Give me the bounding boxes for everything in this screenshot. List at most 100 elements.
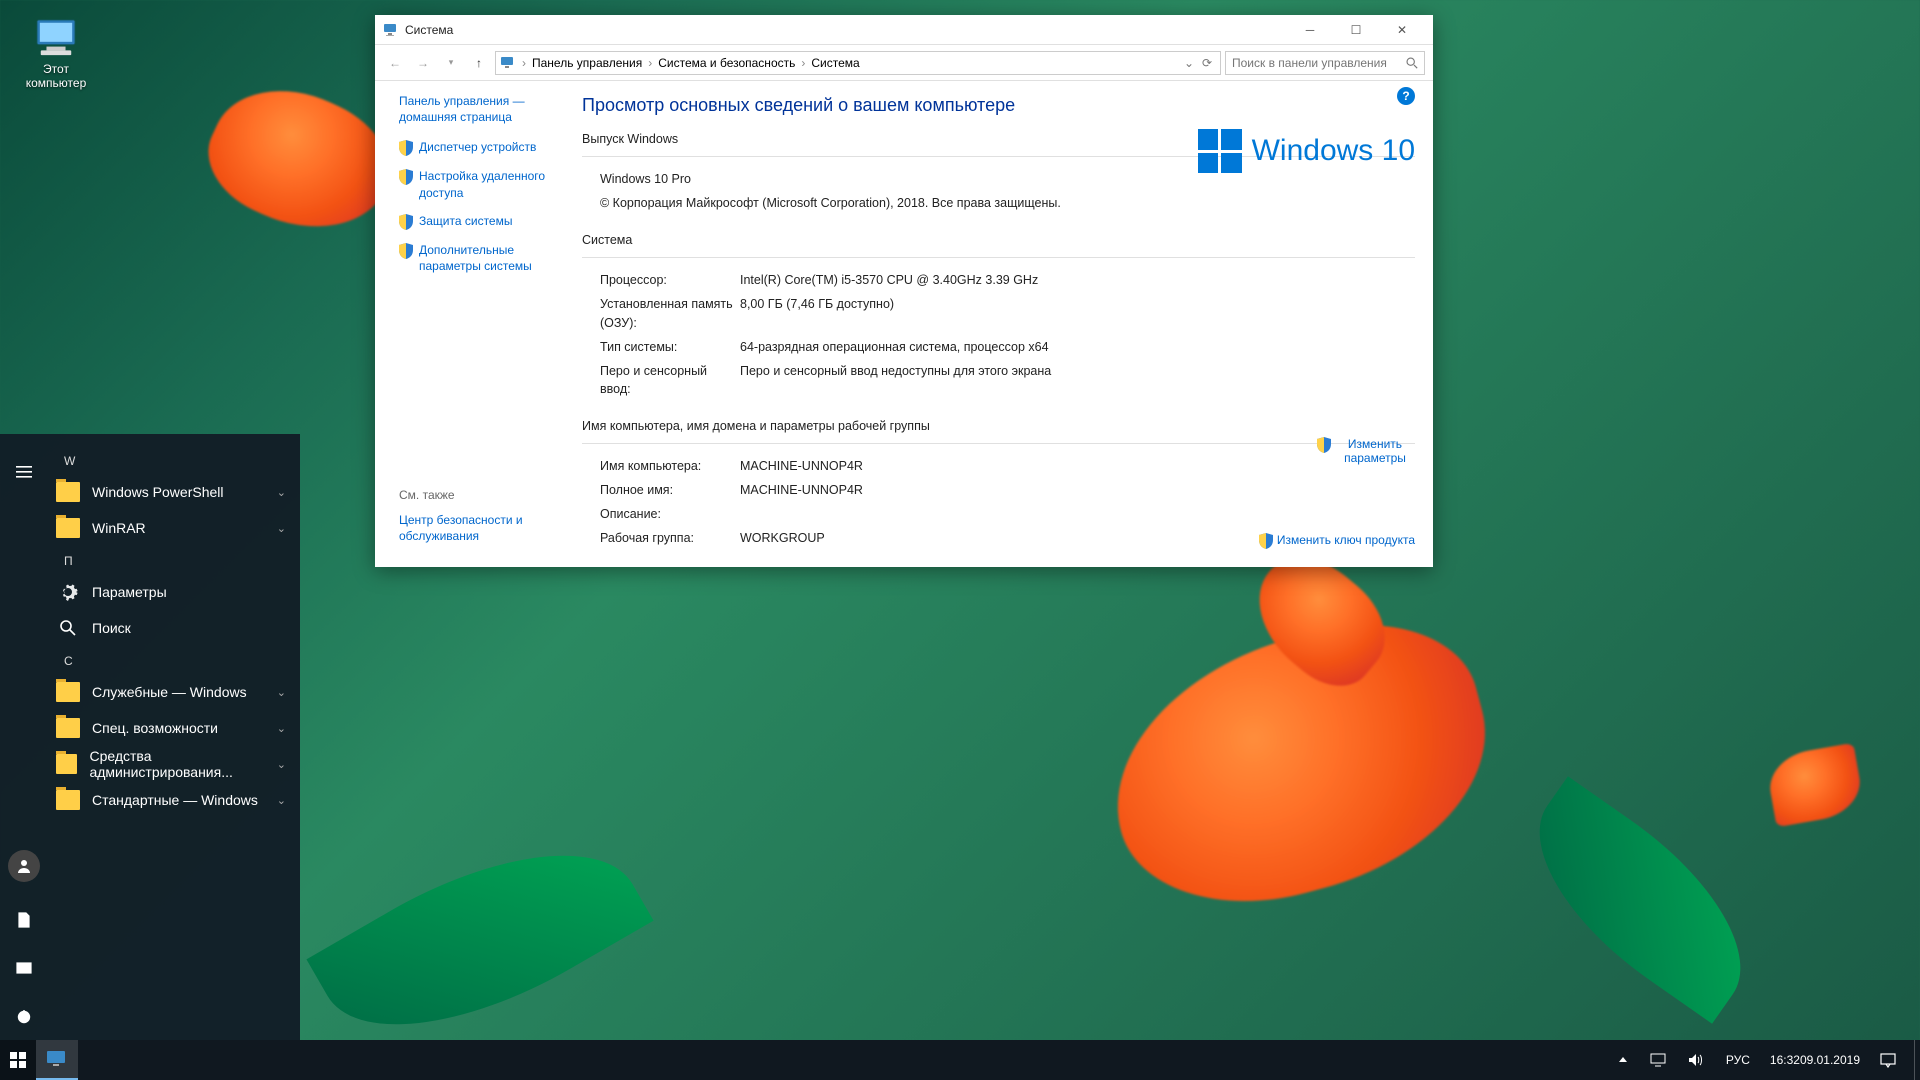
shield-icon: [399, 243, 413, 259]
desc-value: [740, 505, 1415, 523]
change-settings-link[interactable]: Изменить параметры: [1335, 437, 1415, 465]
cpu-value: Intel(R) Core(TM) i5-3570 CPU @ 3.40GHz …: [740, 271, 1415, 289]
shield-icon: [1259, 533, 1273, 549]
start-item-powershell[interactable]: Windows PowerShell⌄: [48, 474, 300, 510]
folder-icon: [56, 790, 80, 810]
gear-icon: [56, 580, 80, 604]
wallpaper-flower: [1765, 743, 1866, 828]
start-item-settings[interactable]: Параметры: [48, 574, 300, 610]
start-item-utilities[interactable]: Служебные — Windows⌄: [48, 674, 300, 710]
tray-volume-icon[interactable]: [1678, 1040, 1714, 1080]
start-letter-header[interactable]: С: [48, 646, 300, 674]
start-hamburger-icon[interactable]: [0, 448, 48, 496]
nav-up-button[interactable]: ↑: [467, 51, 491, 75]
fname-value: MACHINE-UNNOP4R: [740, 481, 1415, 499]
desktop-icon-this-pc[interactable]: Этот компьютер: [12, 18, 100, 90]
search-icon: [56, 616, 80, 640]
systype-value: 64-разрядная операционная система, проце…: [740, 338, 1415, 356]
chevron-down-icon: ⌄: [277, 758, 286, 771]
start-letter-header[interactable]: П: [48, 546, 300, 574]
minimize-button[interactable]: ─: [1287, 15, 1333, 45]
taskbar-clock[interactable]: 16:32 09.01.2019: [1762, 1040, 1868, 1080]
nav-recent-button[interactable]: ▾: [439, 51, 463, 75]
start-item-admin[interactable]: Средства администрирования...⌄: [48, 746, 300, 782]
desktop-icon-label: Этот компьютер: [12, 62, 100, 90]
system-tray: РУС 16:32 09.01.2019: [1608, 1040, 1920, 1080]
tray-display-icon[interactable]: [1640, 1040, 1676, 1080]
clock-date: 09.01.2019: [1800, 1053, 1860, 1068]
clock-time: 16:32: [1770, 1053, 1800, 1068]
sidebar-security-center[interactable]: Центр безопасности и обслуживания: [399, 512, 560, 544]
desc-label: Описание:: [600, 505, 740, 523]
nav-back-button[interactable]: ←: [383, 51, 407, 75]
breadcrumb-system[interactable]: Система: [807, 56, 863, 70]
tray-language-indicator[interactable]: РУС: [1716, 1040, 1760, 1080]
breadcrumb-security[interactable]: Система и безопасность: [654, 56, 799, 70]
address-bar[interactable]: › Панель управления › Система и безопасн…: [495, 51, 1221, 75]
start-item-standard[interactable]: Стандартные — Windows⌄: [48, 782, 300, 818]
window-titlebar[interactable]: Система ─ ☐ ✕: [375, 15, 1433, 45]
sidebar-device-manager[interactable]: Диспетчер устройств: [419, 139, 536, 155]
taskbar-app-system[interactable]: [36, 1040, 78, 1080]
computer-icon: [32, 18, 80, 58]
shield-icon: [1317, 437, 1331, 453]
folder-icon: [56, 718, 80, 738]
shield-icon: [399, 214, 413, 230]
search-box[interactable]: [1225, 51, 1425, 75]
cname-label: Имя компьютера:: [600, 457, 740, 475]
breadcrumb-control-panel[interactable]: Панель управления: [528, 56, 646, 70]
start-button[interactable]: [0, 1040, 36, 1080]
sidebar-home-link[interactable]: Панель управления — домашняя страница: [399, 93, 560, 125]
start-item-ease[interactable]: Спец. возможности⌄: [48, 710, 300, 746]
chevron-down-icon: ⌄: [277, 522, 286, 535]
start-pictures-icon[interactable]: [0, 944, 48, 992]
sidebar-remote-settings[interactable]: Настройка удаленного доступа: [419, 168, 560, 200]
page-heading: Просмотр основных сведений о вашем компь…: [582, 95, 1415, 116]
help-icon[interactable]: ?: [1397, 87, 1415, 105]
start-user-icon[interactable]: [0, 848, 48, 896]
action-center-icon[interactable]: [1870, 1040, 1906, 1080]
refresh-icon[interactable]: ⟳: [1198, 56, 1216, 70]
start-item-winrar[interactable]: WinRAR⌄: [48, 510, 300, 546]
windows-logo: Windows 10: [1198, 129, 1415, 173]
chevron-down-icon: ⌄: [277, 794, 286, 807]
taskbar: РУС 16:32 09.01.2019: [0, 1040, 1920, 1080]
start-letter-header[interactable]: W: [48, 446, 300, 474]
shield-icon: [399, 169, 413, 185]
close-button[interactable]: ✕: [1379, 15, 1425, 45]
search-input[interactable]: [1232, 56, 1405, 70]
start-power-icon[interactable]: [0, 992, 48, 1040]
folder-icon: [56, 754, 77, 774]
address-dropdown-icon[interactable]: ⌄: [1180, 56, 1198, 70]
wallpaper-leaf: [1499, 776, 1781, 1023]
chevron-down-icon: ⌄: [277, 686, 286, 699]
start-documents-icon[interactable]: [0, 896, 48, 944]
wg-label: Рабочая группа:: [600, 529, 740, 547]
sidebar-system-protection[interactable]: Защита системы: [419, 213, 512, 229]
folder-icon: [56, 682, 80, 702]
system-window: Система ─ ☐ ✕ ← → ▾ ↑ › Панель управлени…: [375, 15, 1433, 567]
chevron-down-icon: ⌄: [277, 722, 286, 735]
system-icon: [383, 22, 399, 38]
cname-value: MACHINE-UNNOP4R: [740, 457, 1415, 475]
pen-label: Перо и сенсорный ввод:: [600, 362, 740, 398]
nav-forward-button[interactable]: →: [411, 51, 435, 75]
ram-value: 8,00 ГБ (7,46 ГБ доступно): [740, 295, 1415, 331]
copyright-text: © Корпорация Майкрософт (Microsoft Corpo…: [600, 194, 1415, 212]
cpu-label: Процессор:: [600, 271, 740, 289]
start-menu: W Windows PowerShell⌄ WinRAR⌄ П Параметр…: [0, 434, 300, 1040]
search-icon: [1405, 56, 1418, 69]
show-desktop-button[interactable]: [1914, 1040, 1920, 1080]
change-product-key-link[interactable]: Изменить ключ продукта: [1277, 533, 1415, 547]
section-system: Система: [582, 233, 1415, 247]
chevron-down-icon: ⌄: [277, 486, 286, 499]
address-toolbar: ← → ▾ ↑ › Панель управления › Система и …: [375, 45, 1433, 81]
maximize-button[interactable]: ☐: [1333, 15, 1379, 45]
folder-icon: [56, 518, 80, 538]
tray-overflow-icon[interactable]: [1608, 1040, 1638, 1080]
start-app-list: W Windows PowerShell⌄ WinRAR⌄ П Параметр…: [48, 434, 300, 1040]
sidebar-advanced-settings[interactable]: Дополнительные параметры системы: [419, 242, 560, 274]
start-item-search[interactable]: Поиск: [48, 610, 300, 646]
system-icon: [500, 55, 516, 71]
system-main-panel: ? Просмотр основных сведений о вашем ком…: [570, 81, 1433, 567]
